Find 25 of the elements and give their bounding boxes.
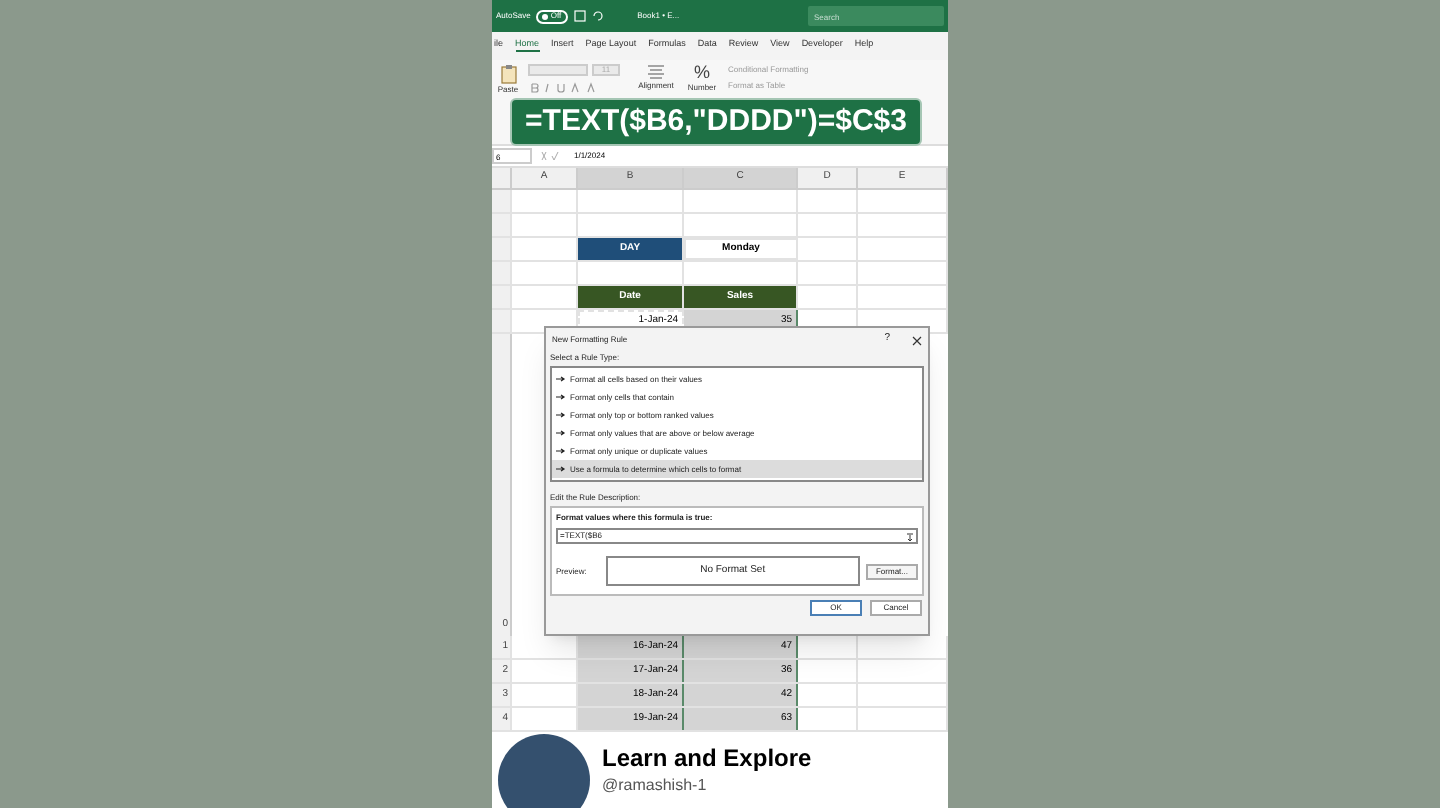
arrow-icon xyxy=(556,394,566,400)
row-header[interactable] xyxy=(492,310,512,332)
channel-handle[interactable]: @ramashish-1 xyxy=(602,773,812,797)
percent-icon: % xyxy=(693,64,710,82)
arrow-icon xyxy=(556,376,566,382)
row-header[interactable] xyxy=(492,262,512,284)
row-header[interactable] xyxy=(492,214,512,236)
close-button[interactable] xyxy=(910,334,922,346)
collapse-icon xyxy=(906,531,914,541)
row-header[interactable] xyxy=(492,286,512,308)
arrow-icon xyxy=(556,448,566,454)
clipboard-icon xyxy=(499,64,517,84)
row-header[interactable] xyxy=(492,238,512,260)
arrow-icon xyxy=(556,430,566,436)
row-header[interactable] xyxy=(492,190,512,212)
font-name-field[interactable] xyxy=(528,64,588,76)
row-header[interactable] xyxy=(492,334,512,612)
align-icon xyxy=(646,64,666,80)
save-icon xyxy=(573,10,586,22)
channel-name[interactable]: Learn and Explore xyxy=(602,743,812,773)
undo-icon xyxy=(591,10,604,22)
arrow-icon xyxy=(556,412,566,418)
arrow-icon xyxy=(556,466,566,472)
close-icon xyxy=(911,335,921,345)
formula-banner: =TEXT($B6,"DDDD")=$C$3 xyxy=(510,98,922,146)
